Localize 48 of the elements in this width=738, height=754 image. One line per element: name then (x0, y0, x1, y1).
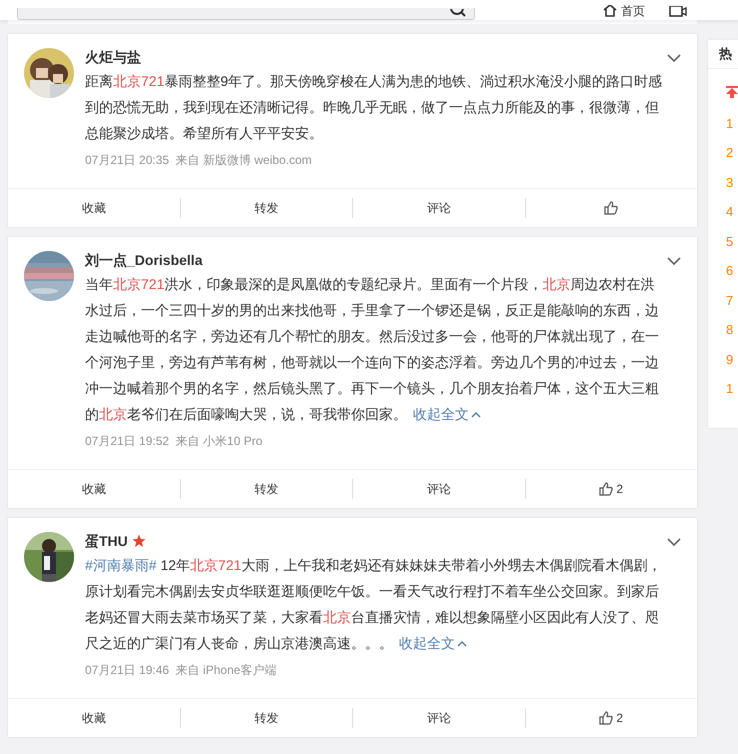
post-text: 当年北京721洪水，印象最深的是凤凰做的专题纪录片。里面有一个片段，北京周边农村在洪水过后，一个三四十岁的男的出来找他哥，手里拿了一个锣还是锅，反正是能敲响的东西，边走边喊他哥的名字，旁边还有几个帮忙的朋友。然后没过多一会，他哥的尸体就出现了，在一个河泡子里，旁边有芦苇有树，他哥就以一个连向下的姿态浮着。旁边几个男的冲过去，一边冲一边喊着那个男的名字，然后镜头黑了。再下一个镜头，几个朋友抬着尸体，这个五大三粗的北京老爷们在后面嚎啕大哭，说，哥我带你回家。 收起全文 (85, 275, 660, 424)
repost-button[interactable]: 转发 (180, 198, 353, 218)
post-meta: 07月21日 20:35 来自 新版微博 weibo.com (85, 152, 313, 169)
rank-number: 2 (726, 145, 734, 160)
thumbs-up-icon (599, 711, 614, 725)
rank-number: 1 (726, 381, 734, 396)
rank-number: 4 (726, 204, 734, 219)
caret-icon (457, 640, 467, 648)
repost-button[interactable]: 转发 (180, 479, 353, 499)
panel-title: 热 (708, 40, 738, 69)
comment-button[interactable]: 评论 (353, 479, 526, 499)
search-icon[interactable] (450, 9, 466, 19)
video-icon (669, 6, 687, 18)
rank-number: 1 (726, 116, 734, 130)
thumbs-up-icon (599, 482, 614, 496)
chevron-down-icon[interactable] (667, 54, 681, 62)
comment-button[interactable]: 评论 (353, 198, 526, 218)
rank-number: 7 (726, 292, 734, 308)
favorite-button[interactable]: 收藏 (8, 708, 180, 728)
rank-number: 6 (726, 263, 734, 278)
nav-link[interactable]: 首页 (603, 4, 645, 20)
rank-number: 8 (726, 322, 734, 337)
rank-number: 9 (726, 352, 734, 366)
post-meta: 07月21日 19:46 来自 iPhone客户端 (85, 662, 278, 679)
like-button[interactable]: 2 (526, 479, 697, 499)
pin-top-icon (726, 86, 738, 98)
user-name[interactable]: 蛋THU (85, 531, 128, 551)
user-name[interactable]: 刘一点_Dorisbella (85, 250, 202, 270)
collapse-link[interactable]: 收起全文 (413, 406, 481, 422)
collapse-link[interactable]: 收起全文 (399, 635, 467, 651)
post-text: 距离北京721暴雨整整9年了。那天傍晚穿梭在人满为患的地铁、淌过积水淹没小腿的路口时感到的恐慌无助，我到现在还清晰记得。昨晚几乎无眠，做了一点点力所能及的事，很微薄，但总能聚沙成塔。希望所有人平平安安。 (85, 72, 664, 143)
caret-icon (471, 411, 481, 419)
rank-number: 3 (726, 174, 734, 190)
post-text: #河南暴雨# 12年北京721大雨，上午我和老妈还有妹妹妹夫带着小外甥去木偶剧院看木偶剧，原计划看完木偶剧去安贞华联逛逛顺便吃午饭。一看天气改行程打不着车坐公交回家。到家后老妈还冒大雨去菜市场买了菜，大家看北京台直播灾情，难以想象隔壁小区因此有人没了、咫尺之近的广渠门有人丧命，房山京港澳高速。。。 收起全文 (85, 556, 662, 653)
search-field[interactable] (17, 8, 475, 20)
repost-button[interactable]: 转发 (180, 708, 353, 728)
thumbs-up-icon (604, 201, 618, 215)
like-button[interactable]: 2 (526, 708, 697, 728)
post-meta: 07月21日 19:52 来自 小米10 Pro (85, 433, 264, 450)
chevron-down-icon[interactable] (667, 538, 681, 546)
nav-link[interactable] (669, 6, 687, 20)
favorite-button[interactable]: 收藏 (8, 198, 180, 218)
favorite-button[interactable]: 收藏 (8, 479, 180, 499)
user-name[interactable]: 火炬与盐 (85, 47, 141, 67)
comment-button[interactable]: 评论 (353, 708, 526, 728)
chevron-down-icon[interactable] (667, 257, 681, 265)
rank-number: 5 (726, 234, 734, 248)
home-icon (603, 5, 617, 17)
